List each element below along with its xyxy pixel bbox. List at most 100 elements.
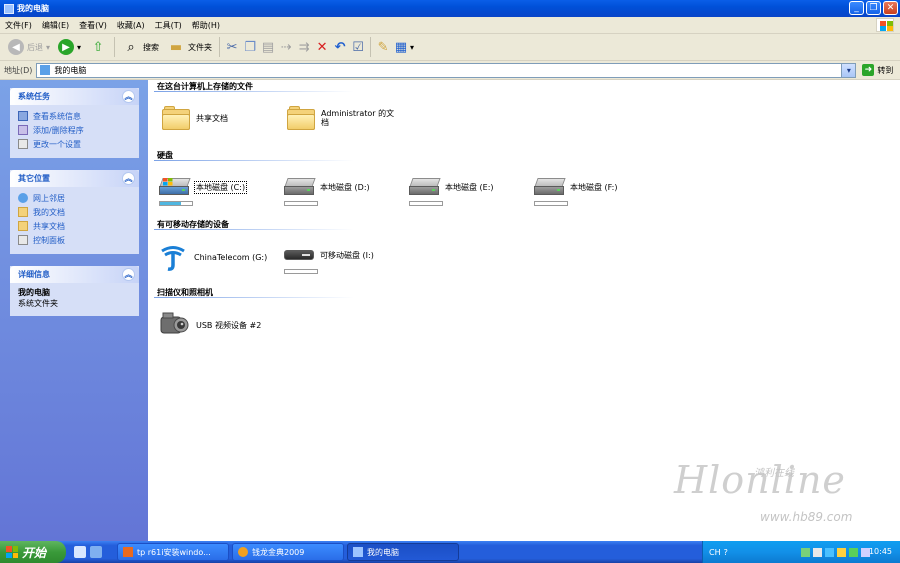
tray-icon[interactable] [812, 547, 822, 557]
dropdown-arrow-icon: ▾ [77, 42, 82, 52]
item-label: ChinaTelecom (G:) [194, 252, 268, 262]
folders-icon: ▬ [169, 39, 183, 55]
usb-video-device-item[interactable]: USB 视频设备 #2 [158, 310, 261, 340]
copy-to-icon[interactable]: ⇉ [295, 38, 313, 56]
control-panel-icon [18, 139, 28, 149]
start-button[interactable]: 开始 [0, 541, 66, 563]
forward-button[interactable]: ▶ ▾ [54, 36, 85, 58]
copy-icon[interactable]: ❐ [241, 38, 259, 56]
link-control-panel[interactable]: 控制面板 [18, 233, 131, 247]
close-button[interactable]: ✕ [883, 1, 898, 15]
maximize-button[interactable]: ❐ [866, 1, 881, 15]
panel-header[interactable]: 其它位置 ︽ [10, 170, 139, 187]
detail-type: 系统文件夹 [18, 299, 58, 308]
views-icon[interactable]: ▦ [392, 38, 410, 56]
tray-icon[interactable] [800, 547, 810, 557]
admin-documents-item[interactable]: Administrator 的文档 [287, 106, 401, 130]
show-desktop-icon[interactable] [90, 546, 102, 558]
panel-header[interactable]: 系统任务 ︽ [10, 88, 139, 105]
watermark-chinese: 鸿利在线 [754, 468, 794, 479]
system-drive-icon [159, 178, 191, 196]
collapse-chevron-icon[interactable]: ︽ [122, 268, 135, 281]
paste-icon[interactable]: ▤ [259, 38, 277, 56]
chinatelecom-drive-item[interactable]: ChinaTelecom (G:) [158, 242, 267, 272]
address-value: 我的电脑 [54, 65, 87, 75]
address-input[interactable]: 我的电脑 ▾ [36, 62, 857, 78]
system-tasks-title: 系统任务 [18, 92, 50, 101]
go-label: 转到 [877, 65, 894, 75]
menu-favorites[interactable]: 收藏(A) [112, 20, 150, 31]
delete-icon[interactable]: ✕ [313, 38, 331, 56]
link-system-info[interactable]: 查看系统信息 [18, 109, 131, 123]
ie-icon[interactable] [74, 546, 86, 558]
move-to-icon[interactable]: ⇢ [277, 38, 295, 56]
title-bar: 我的电脑 _ ❐ ✕ [0, 0, 900, 17]
link-label: 添加/删除程序 [33, 125, 84, 135]
search-button[interactable]: ⌕ 搜索 [118, 36, 163, 58]
folders-button[interactable]: ▬ 文件夹 [163, 36, 216, 58]
link-label: 控制面板 [33, 235, 65, 245]
drive-f-item[interactable]: 本地磁盘 (F:) [534, 178, 617, 196]
properties-icon[interactable]: ☑ [349, 38, 367, 56]
group-divider [154, 160, 354, 161]
menu-file[interactable]: 文件(F) [0, 20, 37, 31]
address-dropdown-button[interactable]: ▾ [841, 63, 856, 77]
task-label: tp r61i安装windo... [137, 547, 211, 557]
link-shared-documents[interactable]: 共享文档 [18, 219, 131, 233]
window-title: 我的电脑 [17, 4, 49, 13]
link-change-setting[interactable]: 更改一个设置 [18, 137, 131, 151]
help-icon[interactable]: ? [724, 548, 728, 557]
item-label: 本地磁盘 (C:) [193, 180, 248, 194]
tray-icon[interactable] [848, 547, 858, 557]
shared-documents-item[interactable]: 共享文档 [162, 106, 228, 130]
folder-icon [162, 106, 190, 130]
cut-icon[interactable]: ✂ [223, 38, 241, 56]
back-label: 后退 [27, 42, 43, 52]
address-bar: 地址(D) 我的电脑 ▾ ➜ 转到 [0, 61, 900, 80]
drive-d-item[interactable]: 本地磁盘 (D:) [284, 178, 370, 196]
folder-options-icon[interactable]: ✎ [374, 38, 392, 56]
tray-icon[interactable] [836, 547, 846, 557]
toolbar-separator [114, 37, 116, 57]
collapse-chevron-icon[interactable]: ︽ [122, 172, 135, 185]
china-telecom-logo-icon [158, 242, 188, 272]
drive-e-item[interactable]: 本地磁盘 (E:) [409, 178, 494, 196]
minimize-button[interactable]: _ [849, 1, 864, 15]
my-documents-icon [18, 207, 28, 217]
menu-tools[interactable]: 工具(T) [150, 20, 187, 31]
dropdown-arrow-icon: ▾ [46, 42, 51, 52]
item-label: Administrator 的文档 [321, 109, 395, 127]
up-folder-button[interactable]: ⇧ [85, 36, 111, 58]
removable-disk-item[interactable]: 可移动磁盘 (I:) [284, 248, 374, 262]
menu-edit[interactable]: 编辑(E) [37, 20, 74, 31]
firefox-icon [123, 547, 133, 557]
collapse-chevron-icon[interactable]: ︽ [122, 90, 135, 103]
dropdown-arrow-icon[interactable]: ▾ [410, 43, 414, 52]
tray-icon[interactable] [824, 547, 834, 557]
task-tp-r61i[interactable]: tp r61i安装windo... [117, 543, 229, 561]
link-label: 查看系统信息 [33, 111, 81, 121]
menu-view[interactable]: 查看(V) [74, 20, 112, 31]
quick-launch [74, 546, 114, 558]
system-tasks-panel: 系统任务 ︽ 查看系统信息 添加/删除程序 更改一个设置 [10, 88, 139, 158]
drive-e-usage-bar [409, 201, 443, 206]
go-button[interactable]: ➜ 转到 [862, 64, 893, 76]
menu-help[interactable]: 帮助(H) [187, 20, 225, 31]
link-network-places[interactable]: 网上邻居 [18, 191, 131, 205]
item-label: 共享文档 [196, 113, 228, 123]
undo-icon[interactable]: ↶ [331, 38, 349, 56]
task-my-computer[interactable]: 我的电脑 [347, 543, 459, 561]
ime-indicator[interactable]: CH [709, 548, 721, 557]
item-label: 本地磁盘 (D:) [320, 182, 370, 192]
drive-c-item[interactable]: 本地磁盘 (C:) [159, 178, 248, 196]
link-my-documents[interactable]: 我的文档 [18, 205, 131, 219]
group-divider [154, 91, 354, 92]
panel-header[interactable]: 详细信息 ︽ [10, 266, 139, 283]
taskbar: 开始 tp r61i安装windo... 钱龙金典2009 我的电脑 CH ? … [0, 541, 900, 563]
task-qianlong[interactable]: 钱龙金典2009 [232, 543, 344, 561]
other-places-title: 其它位置 [18, 174, 50, 183]
link-add-remove-programs[interactable]: 添加/删除程序 [18, 123, 131, 137]
shared-documents-icon [18, 221, 28, 231]
back-button[interactable]: ◀ 后退 ▾ [4, 36, 54, 58]
menu-bar: 文件(F) 编辑(E) 查看(V) 收藏(A) 工具(T) 帮助(H) [0, 17, 900, 34]
